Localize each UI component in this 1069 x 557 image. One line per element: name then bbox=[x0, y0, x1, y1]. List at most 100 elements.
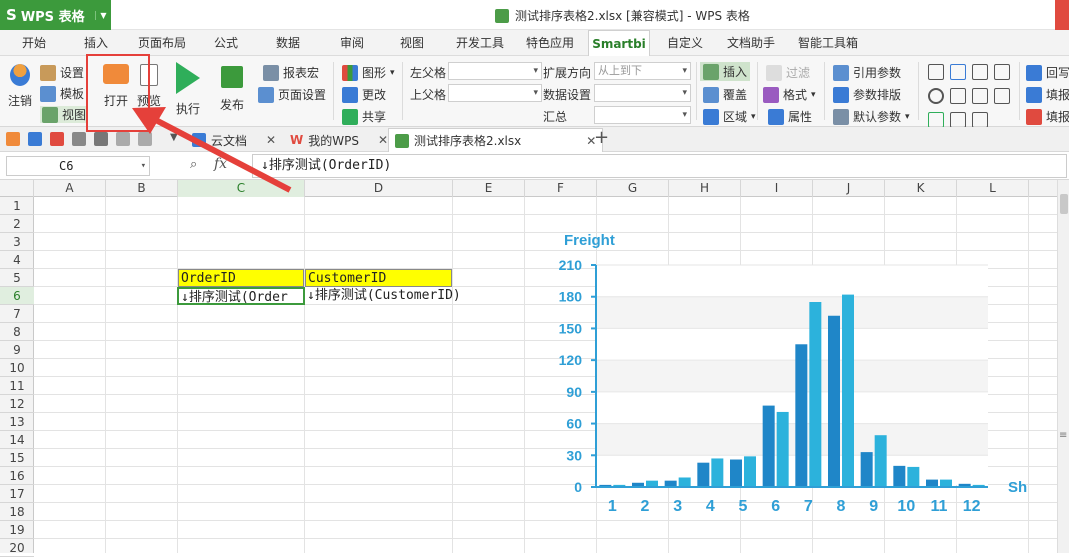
select-all-corner[interactable] bbox=[0, 180, 34, 197]
vertical-scrollbar[interactable]: ≡ bbox=[1057, 180, 1069, 553]
print-icon[interactable] bbox=[72, 132, 86, 146]
tab-data[interactable]: 数据 bbox=[270, 30, 306, 56]
customize-chevron-icon[interactable]: ▼ bbox=[170, 132, 178, 143]
save-icon[interactable] bbox=[28, 132, 42, 146]
tab-smart-toolbox[interactable]: 智能工具箱 bbox=[792, 30, 864, 56]
split-handle-icon[interactable]: ≡ bbox=[1059, 430, 1067, 441]
tab-page-layout[interactable]: 页面布局 bbox=[134, 30, 190, 56]
row-header[interactable]: 17 bbox=[0, 485, 34, 503]
doc-tab-cloud[interactable]: 云文档 ✕ bbox=[186, 128, 282, 152]
cell-d5[interactable]: CustomerID bbox=[305, 269, 452, 287]
param-sort-button[interactable]: 参数排版 bbox=[833, 86, 901, 103]
row-header[interactable]: 9 bbox=[0, 341, 34, 359]
tab-review[interactable]: 审阅 bbox=[334, 30, 370, 56]
tab-doc-assistant[interactable]: 文档助手 bbox=[722, 30, 780, 56]
list-control-icon[interactable] bbox=[994, 64, 1010, 80]
tab-developer[interactable]: 开发工具 bbox=[450, 30, 510, 56]
expand-direction-select[interactable]: 从上到下 bbox=[594, 62, 691, 80]
ref-param-button[interactable]: 引用参数 bbox=[833, 64, 901, 81]
checkbox-control-icon[interactable] bbox=[928, 112, 944, 128]
default-param-button[interactable]: 默认参数 ▾ bbox=[833, 108, 910, 125]
app-menu-button[interactable]: S WPS 表格 ▼ bbox=[0, 0, 111, 30]
row-header[interactable]: 20 bbox=[0, 539, 34, 557]
tab-custom[interactable]: 自定义 bbox=[662, 30, 708, 56]
fill-button-1[interactable]: 填报 bbox=[1026, 86, 1069, 103]
doc-tab-spreadsheet[interactable]: 测试排序表格2.xlsx ✕ bbox=[388, 128, 604, 152]
execute-button[interactable]: 执行 bbox=[176, 62, 200, 117]
redo-icon[interactable] bbox=[138, 132, 152, 146]
column-header[interactable]: L bbox=[957, 180, 1029, 197]
row-header[interactable]: 10 bbox=[0, 359, 34, 377]
column-header[interactable]: A bbox=[34, 180, 106, 197]
fill-button-2[interactable]: 填报 bbox=[1026, 108, 1069, 125]
row-header[interactable]: 11 bbox=[0, 377, 34, 395]
label-control-icon[interactable] bbox=[950, 112, 966, 128]
radio-control-icon[interactable] bbox=[928, 88, 944, 104]
button-control-icon[interactable] bbox=[994, 88, 1010, 104]
settings-button[interactable]: 设置 bbox=[40, 64, 84, 81]
tab-smartbi[interactable]: Smartbi bbox=[588, 30, 650, 57]
row-header[interactable]: 16 bbox=[0, 467, 34, 485]
row-header[interactable]: 7 bbox=[0, 305, 34, 323]
template-button[interactable]: 模板 bbox=[40, 85, 84, 102]
format-button[interactable]: 格式 ▾ bbox=[763, 86, 816, 103]
report-macro-button[interactable]: 报表宏 bbox=[263, 64, 319, 81]
area-button[interactable]: 区域 ▾ bbox=[703, 108, 756, 125]
row-header[interactable]: 2 bbox=[0, 215, 34, 233]
row-header[interactable]: 1 bbox=[0, 197, 34, 215]
row-header[interactable]: 5 bbox=[0, 269, 34, 287]
data-setting-select[interactable] bbox=[594, 84, 691, 102]
row-header[interactable]: 18 bbox=[0, 503, 34, 521]
tab-view[interactable]: 视图 bbox=[394, 30, 430, 56]
print-preview-icon[interactable] bbox=[94, 132, 108, 146]
row-header[interactable]: 8 bbox=[0, 323, 34, 341]
left-parent-select[interactable] bbox=[448, 62, 542, 80]
cell-d6[interactable]: ↓排序测试(CustomerID) bbox=[305, 287, 505, 305]
row-header[interactable]: 19 bbox=[0, 521, 34, 539]
row-header[interactable]: 13 bbox=[0, 413, 34, 431]
graphic-button[interactable]: 图形 ▾ bbox=[342, 64, 395, 81]
view-button[interactable]: 视图 bbox=[40, 106, 89, 123]
share-button[interactable]: 共享 bbox=[342, 108, 386, 125]
column-header[interactable]: B bbox=[106, 180, 178, 197]
filter-button[interactable]: 过滤 bbox=[766, 64, 810, 81]
column-header[interactable]: F bbox=[525, 180, 597, 197]
new-tab-plus-icon[interactable]: + bbox=[594, 127, 609, 148]
column-header[interactable]: H bbox=[669, 180, 741, 197]
cell-c5[interactable]: OrderID bbox=[178, 269, 304, 287]
close-icon[interactable]: ✕ bbox=[378, 133, 388, 147]
text-control-icon[interactable] bbox=[972, 112, 988, 128]
tree-control-icon[interactable] bbox=[972, 88, 988, 104]
name-box[interactable]: C6 bbox=[6, 156, 150, 176]
publish-button[interactable]: 发布 bbox=[220, 66, 244, 113]
writeback-button[interactable]: 回写 bbox=[1026, 64, 1069, 81]
insert-button[interactable]: 插入 bbox=[700, 62, 751, 81]
tab-special[interactable]: 特色应用 bbox=[520, 30, 580, 56]
row-header[interactable]: 14 bbox=[0, 431, 34, 449]
summary-select[interactable] bbox=[594, 106, 691, 124]
close-icon[interactable]: ✕ bbox=[266, 133, 276, 147]
textbox-control-icon[interactable] bbox=[928, 64, 944, 80]
attribute-button[interactable]: 属性 bbox=[768, 108, 812, 125]
column-header[interactable]: E bbox=[453, 180, 525, 197]
column-header[interactable]: I bbox=[741, 180, 813, 197]
undo-icon[interactable] bbox=[116, 132, 130, 146]
row-header[interactable]: 3 bbox=[0, 233, 34, 251]
column-header[interactable]: K bbox=[885, 180, 957, 197]
combo-control-icon[interactable] bbox=[950, 64, 966, 80]
close-window-button[interactable] bbox=[1055, 0, 1069, 30]
open-folder-icon[interactable] bbox=[6, 132, 20, 146]
fx-icon[interactable]: fx bbox=[214, 156, 227, 172]
doc-tab-mywps[interactable]: W 我的WPS ✕ bbox=[284, 128, 394, 152]
chevron-down-icon[interactable]: ▼ bbox=[95, 10, 111, 20]
column-header[interactable]: C bbox=[178, 180, 305, 197]
tab-insert[interactable]: 插入 bbox=[76, 30, 116, 56]
cell-c6-selected[interactable]: ↓排序测试(Order bbox=[177, 287, 305, 305]
page-setup-button[interactable]: 页面设置 bbox=[258, 86, 326, 103]
row-header[interactable]: 4 bbox=[0, 251, 34, 269]
tab-formula[interactable]: 公式 bbox=[208, 30, 244, 56]
column-header[interactable]: J bbox=[813, 180, 885, 197]
change-button[interactable]: 更改 bbox=[342, 86, 386, 103]
row-header[interactable]: 6 bbox=[0, 287, 34, 305]
dropdown-control-icon[interactable] bbox=[950, 88, 966, 104]
